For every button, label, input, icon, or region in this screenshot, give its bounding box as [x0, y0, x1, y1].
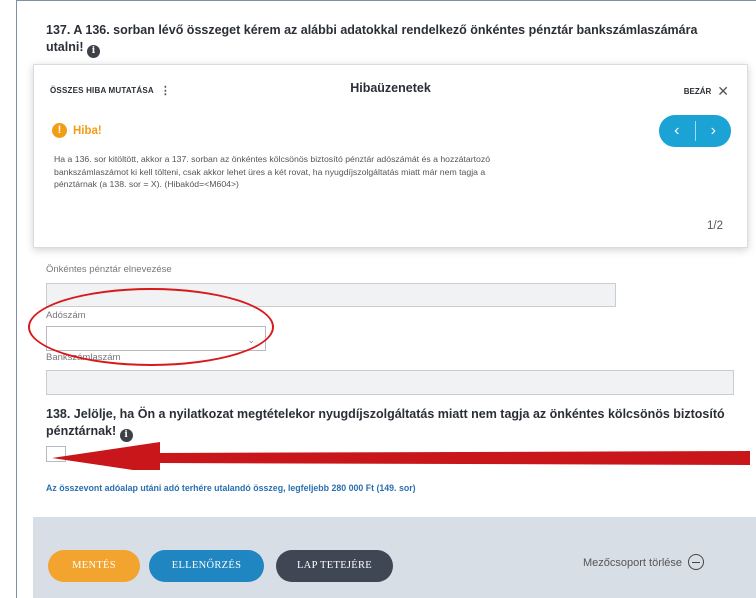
back-to-top-button[interactable]: LAP TETEJÉRE	[276, 550, 393, 582]
link-row-149[interactable]: Az összevont adóalap utáni adó terhére u…	[46, 483, 416, 493]
next-error-button[interactable]: ›	[696, 115, 732, 147]
minus-circle-icon	[688, 554, 705, 570]
fund-name-input[interactable]	[46, 283, 616, 307]
clear-field-group-label: Mezőcsoport törlése	[583, 557, 683, 569]
info-icon[interactable]: i	[86, 45, 100, 58]
red-arrow-annotation	[52, 442, 750, 470]
error-heading: ! Hiba!	[52, 122, 102, 140]
chevron-down-icon: ⌄	[247, 335, 255, 345]
bank-account-input[interactable]	[46, 370, 734, 395]
error-counter: 1/2	[707, 220, 723, 232]
question-138-text: 138. Jelölje, ha Ön a nyilatkozat megtét…	[46, 407, 725, 438]
error-message: Ha a 136. sor kitöltött, akkor a 137. so…	[54, 154, 491, 189]
warning-icon: !	[52, 123, 67, 139]
error-panel: ÖSSZES HIBA MUTATÁSA ⋮ Hibaüzenetek BEZÁR…	[33, 64, 748, 248]
clear-field-group-button[interactable]: Mezőcsoport törlése	[583, 554, 705, 570]
question-137: 137. A 136. sorban lévő összeget kérem a…	[46, 22, 736, 58]
error-panel-title: Hibaüzenetek	[350, 81, 431, 95]
error-pager: ‹ ›	[659, 115, 731, 147]
error-heading-label: Hiba!	[73, 124, 102, 137]
tax-number-label: Adószám	[46, 310, 86, 321]
check-button[interactable]: ELLENŐRZÉS	[149, 550, 264, 582]
close-icon: ✕	[717, 83, 729, 99]
bank-account-label: Bankszámlaszám	[46, 352, 121, 363]
question-137-text: 137. A 136. sorban lévő összeget kérem a…	[46, 23, 698, 54]
save-button[interactable]: MENTÉS	[48, 550, 140, 582]
question-138: 138. Jelölje, ha Ön a nyilatkozat megtét…	[46, 406, 736, 442]
previous-error-button[interactable]: ‹	[659, 115, 695, 147]
fund-name-label: Önkéntes pénztár elnevezése	[46, 264, 172, 275]
close-button[interactable]: BEZÁR ✕	[684, 83, 729, 100]
tax-number-select[interactable]: ⌄	[46, 326, 266, 351]
close-label: BEZÁR	[683, 87, 712, 96]
